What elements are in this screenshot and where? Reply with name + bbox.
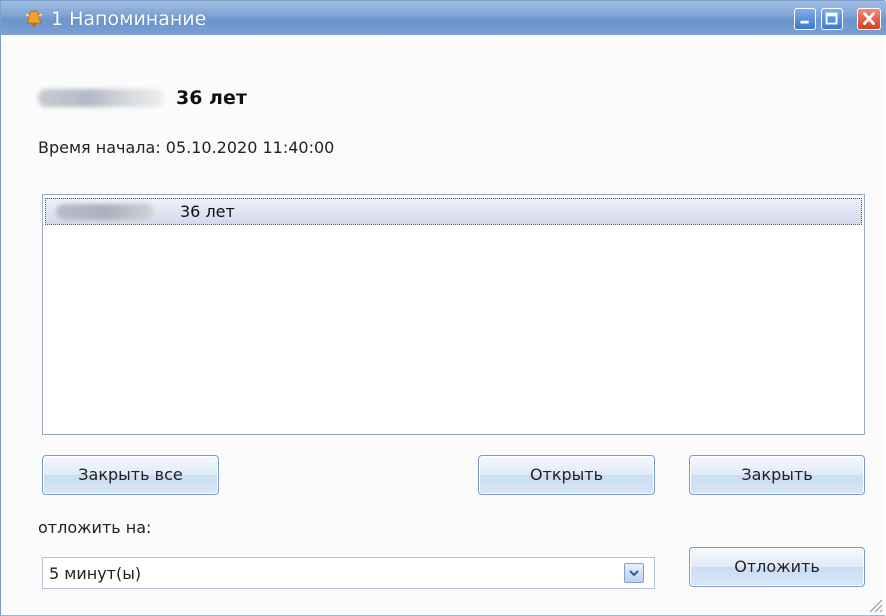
window-title: 1 Напоминание [51, 8, 207, 30]
chevron-down-icon [629, 570, 639, 577]
minimize-button[interactable] [794, 8, 816, 30]
title-bar[interactable]: 1 Напоминание [1, 1, 886, 35]
reminder-bell-icon [25, 10, 43, 27]
postpone-button[interactable]: Отложить [689, 547, 865, 587]
postpone-duration-value: 5 минут(ы) [49, 564, 142, 583]
close-all-button[interactable]: Закрыть все [42, 455, 219, 495]
reminder-window: 1 Напоминание 36 лет Время начала: 05.10… [0, 0, 886, 616]
maximize-icon [825, 12, 838, 25]
close-icon [863, 12, 875, 25]
postpone-label: отложить на: [38, 518, 152, 537]
dropdown-button[interactable] [624, 563, 644, 583]
close-window-button[interactable] [857, 8, 881, 30]
reminder-list[interactable]: 36 лет [42, 194, 865, 435]
start-time: Время начала: 05.10.2020 11:40:00 [38, 138, 335, 157]
list-item[interactable]: 36 лет [45, 198, 862, 225]
minimize-icon [800, 20, 809, 24]
patient-age: 36 лет [176, 87, 247, 109]
open-button[interactable]: Открыть [478, 455, 655, 495]
list-item-age: 36 лет [180, 202, 235, 221]
maximize-button[interactable] [821, 8, 843, 30]
resize-grip-icon[interactable] [865, 595, 883, 613]
postpone-duration-select[interactable]: 5 минут(ы) [42, 557, 655, 589]
close-button[interactable]: Закрыть [689, 455, 865, 495]
patient-name-redacted [38, 89, 164, 107]
list-item-name-redacted [56, 204, 154, 220]
